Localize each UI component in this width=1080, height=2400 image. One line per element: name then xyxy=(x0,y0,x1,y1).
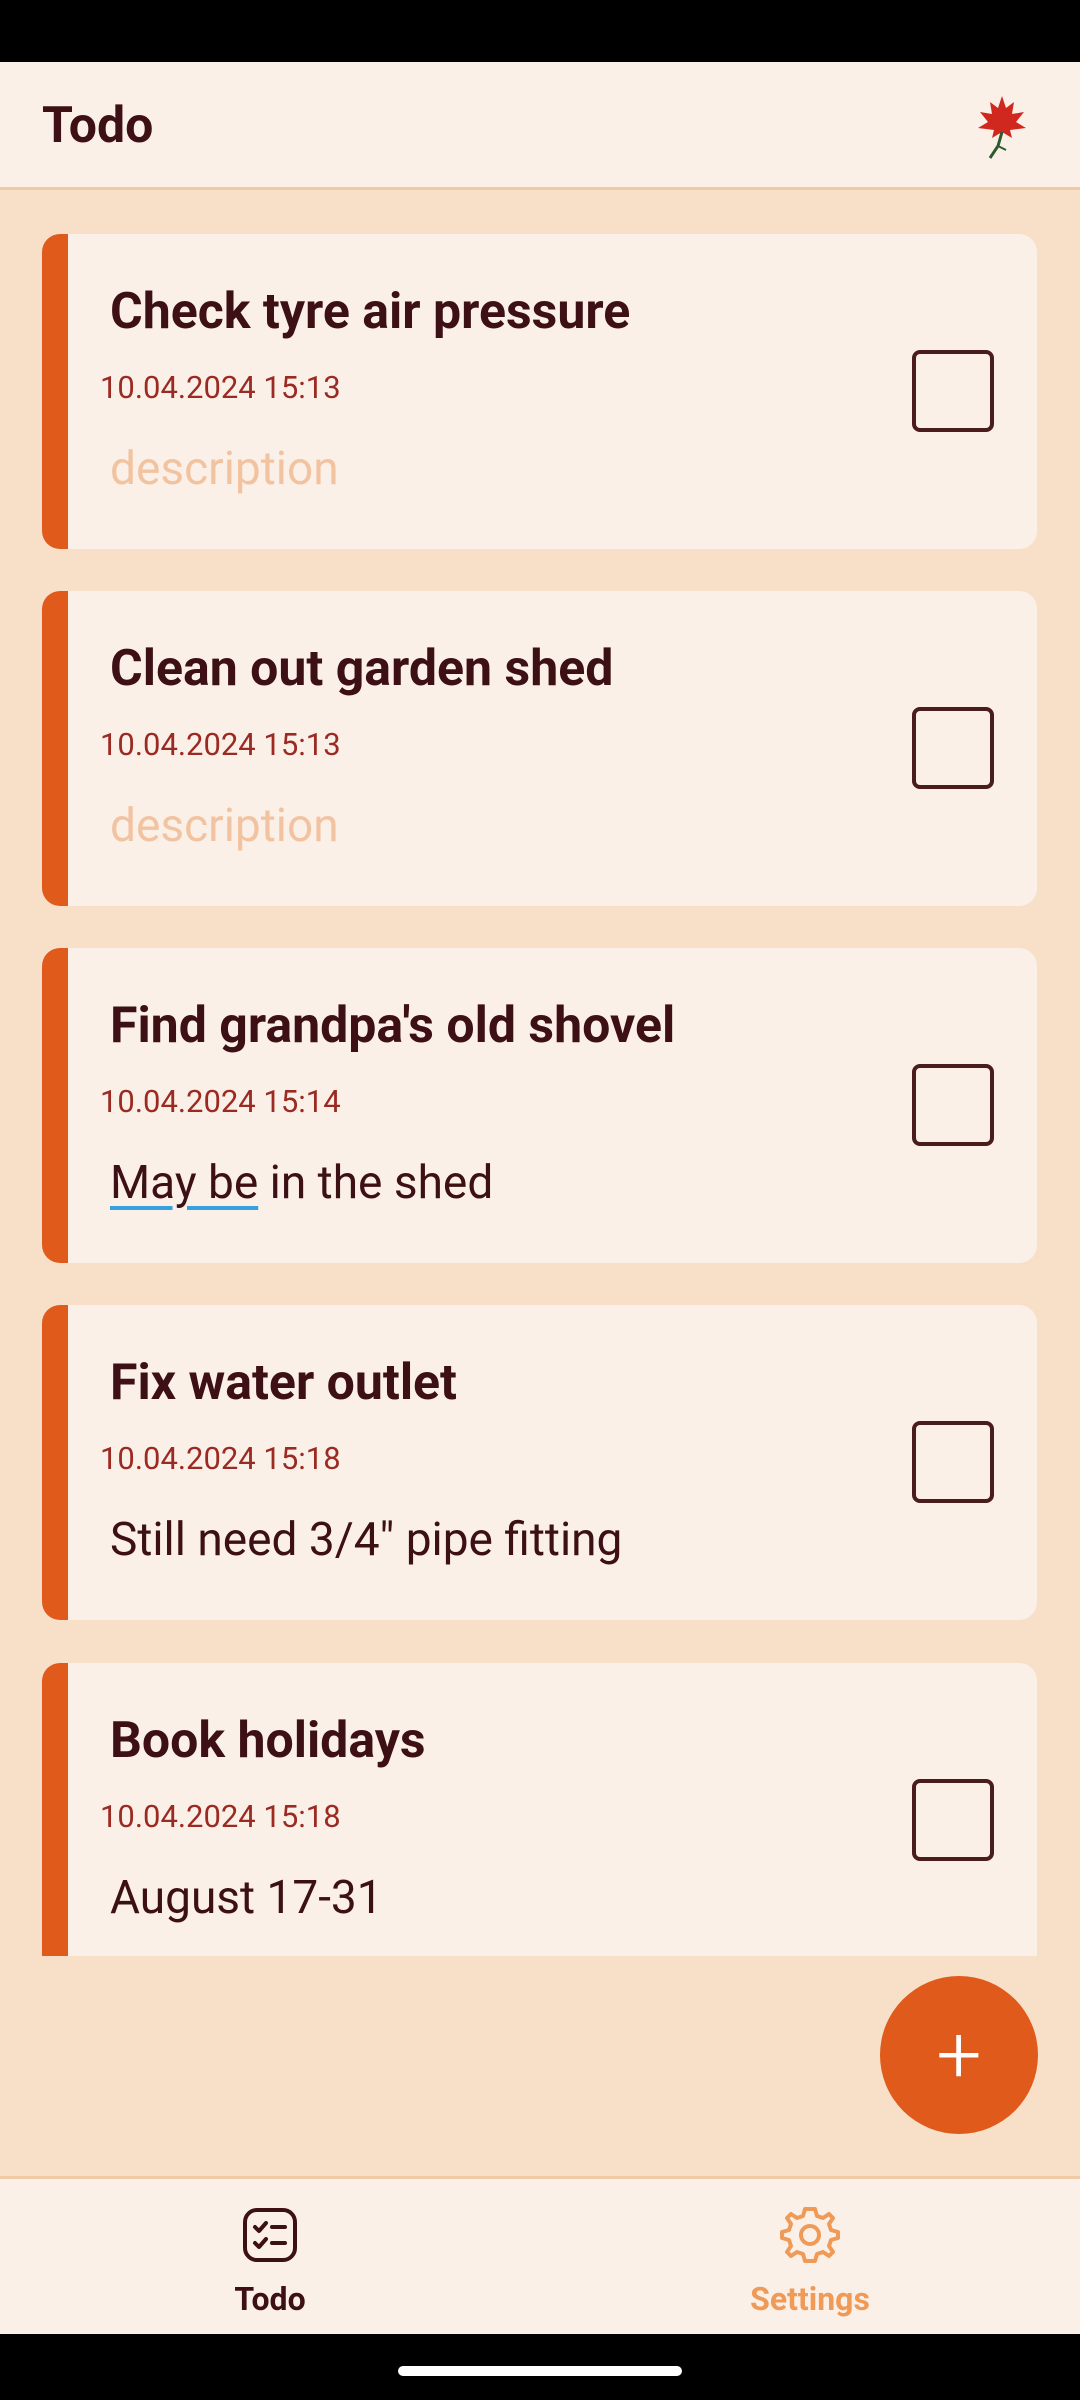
todo-title: Check tyre air pressure xyxy=(110,283,631,341)
checklist-icon xyxy=(243,2208,297,2262)
card-accent-bar xyxy=(42,948,68,1263)
bottom-navigation: Todo Settings xyxy=(0,2176,1080,2334)
todo-checkbox[interactable] xyxy=(912,707,994,789)
todo-description[interactable]: May be in the shed xyxy=(110,1156,493,1210)
plus-icon: + xyxy=(936,2008,982,2102)
todo-title: Find grandpa's old shovel xyxy=(110,997,676,1055)
todo-description-placeholder[interactable]: description xyxy=(110,442,339,496)
todo-checkbox[interactable] xyxy=(912,1064,994,1146)
todo-date: 10.04.2024 15:13 xyxy=(100,369,341,406)
nav-item-settings[interactable]: Settings xyxy=(540,2179,1080,2334)
todo-description[interactable]: Still need 3/4" pipe fitting xyxy=(110,1513,622,1567)
add-todo-button[interactable]: + xyxy=(880,1976,1038,2134)
card-accent-bar xyxy=(42,234,68,549)
todo-title: Clean out garden shed xyxy=(110,640,614,698)
todo-description-placeholder[interactable]: description xyxy=(110,799,339,853)
nav-label-settings: Settings xyxy=(750,2280,870,2318)
card-accent-bar xyxy=(42,591,68,906)
app-bar: Todo xyxy=(0,62,1080,190)
home-indicator[interactable] xyxy=(398,2366,682,2376)
todo-date: 10.04.2024 15:14 xyxy=(100,1083,341,1120)
todo-date: 10.04.2024 15:13 xyxy=(100,726,341,763)
todo-card[interactable]: Book holidays 10.04.2024 15:18 August 17… xyxy=(42,1663,1037,1956)
description-text: in the shed xyxy=(258,1156,494,1210)
todo-description[interactable]: August 17-31 xyxy=(110,1871,383,1925)
card-accent-bar xyxy=(42,1663,68,1956)
todo-checkbox[interactable] xyxy=(912,1779,994,1861)
todo-checkbox[interactable] xyxy=(912,350,994,432)
todo-date: 10.04.2024 15:18 xyxy=(100,1798,341,1835)
app-title: Todo xyxy=(42,97,154,155)
todo-checkbox[interactable] xyxy=(912,1421,994,1503)
nav-label-todo: Todo xyxy=(234,2280,306,2318)
todo-card[interactable]: Find grandpa's old shovel 10.04.2024 15:… xyxy=(42,948,1037,1263)
todo-date: 10.04.2024 15:18 xyxy=(100,1440,341,1477)
todo-card[interactable]: Check tyre air pressure 10.04.2024 15:13… xyxy=(42,234,1037,549)
spellcheck-underlined-text: May be xyxy=(110,1156,259,1210)
maple-leaf-logo-icon xyxy=(978,96,1026,159)
todo-title: Fix water outlet xyxy=(110,1354,457,1412)
gear-icon xyxy=(780,2207,840,2263)
todo-card[interactable]: Clean out garden shed 10.04.2024 15:13 d… xyxy=(42,591,1037,906)
card-accent-bar xyxy=(42,1305,68,1620)
nav-item-todo[interactable]: Todo xyxy=(0,2179,540,2334)
todo-list[interactable]: Check tyre air pressure 10.04.2024 15:13… xyxy=(0,190,1080,1956)
todo-card[interactable]: Fix water outlet 10.04.2024 15:18 Still … xyxy=(42,1305,1037,1620)
todo-title: Book holidays xyxy=(110,1712,426,1770)
status-bar xyxy=(0,0,1080,62)
